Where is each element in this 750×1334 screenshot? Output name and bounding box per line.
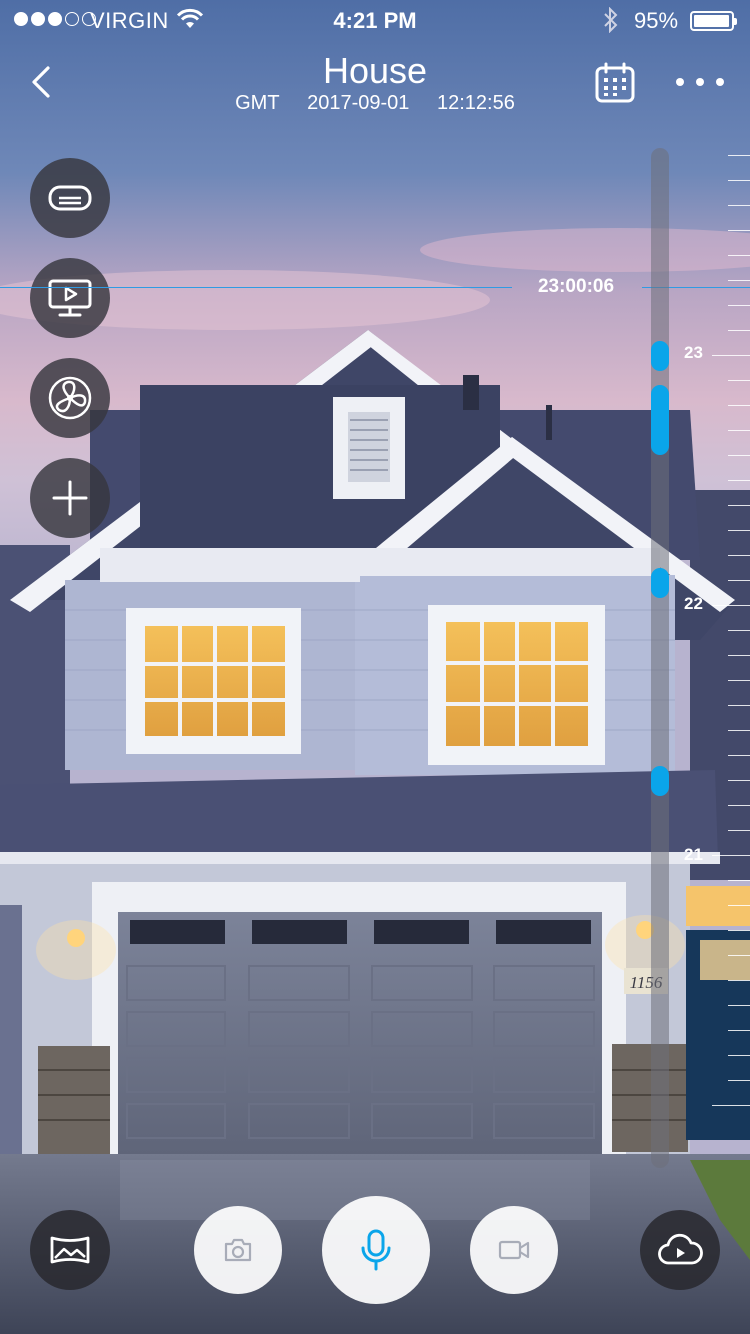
timeline-tick <box>728 1080 750 1081</box>
timeline-tick <box>728 980 750 981</box>
calendar-icon[interactable] <box>594 62 636 104</box>
timeline-tick <box>728 730 750 731</box>
timeline-tick <box>728 830 750 831</box>
air-conditioner-button[interactable] <box>30 158 110 238</box>
timeline-tick <box>728 655 750 656</box>
tv-icon <box>48 279 92 317</box>
timeline-tick <box>728 180 750 181</box>
more-options-button[interactable] <box>676 74 724 90</box>
recording-segment[interactable] <box>651 766 669 796</box>
plus-icon <box>52 480 88 516</box>
microphone-icon <box>361 1229 391 1271</box>
battery-icon <box>690 11 737 31</box>
record-video-button[interactable] <box>470 1206 558 1294</box>
timeline-tick <box>728 630 750 631</box>
camera-icon <box>224 1238 252 1262</box>
panorama-icon <box>50 1236 90 1264</box>
timeline-tick <box>712 605 750 606</box>
timeline-tick <box>728 505 750 506</box>
air-conditioner-icon <box>48 185 92 211</box>
more-dot <box>716 78 724 86</box>
tv-button[interactable] <box>30 258 110 338</box>
recording-segment[interactable] <box>651 341 669 371</box>
recording-segment[interactable] <box>651 385 669 455</box>
recording-segment[interactable] <box>651 568 669 598</box>
timezone-label: GMT <box>235 92 280 114</box>
date-label: 2017-09-01 <box>307 92 410 114</box>
timeline-tick <box>728 455 750 456</box>
timeline-tick <box>728 305 750 306</box>
cloud-playback-button[interactable] <box>640 1210 720 1290</box>
camera-feed-image: 1156 <box>0 0 750 1334</box>
playhead-line <box>0 287 512 288</box>
timeline-tick <box>712 355 750 356</box>
timeline-tick <box>728 405 750 406</box>
timeline-tick <box>728 905 750 906</box>
timeline-tick <box>728 330 750 331</box>
timeline-tick <box>712 855 750 856</box>
playhead-time: 23:00:06 <box>537 276 615 297</box>
video-camera-icon <box>498 1240 530 1260</box>
timeline-tick <box>728 780 750 781</box>
snapshot-button[interactable] <box>194 1206 282 1294</box>
timeline-tick <box>728 230 750 231</box>
timeline-tick <box>728 680 750 681</box>
hour-label-22: 22 <box>684 594 703 613</box>
timeline-tick <box>728 205 750 206</box>
panorama-button[interactable] <box>30 1210 110 1290</box>
timeline-track[interactable] <box>651 148 669 1168</box>
timeline-tick <box>728 930 750 931</box>
bluetooth-icon <box>604 7 618 33</box>
cloud-play-icon <box>658 1233 703 1265</box>
timeline-tick <box>728 1005 750 1006</box>
fan-button[interactable] <box>30 358 110 438</box>
timeline-tick <box>728 705 750 706</box>
hour-label-23: 23 <box>684 343 703 362</box>
timeline-tick <box>728 1030 750 1031</box>
timeline-tick <box>728 380 750 381</box>
timeline-tick <box>728 280 750 281</box>
more-dot <box>676 78 684 86</box>
status-bar: VIRGIN 4:21 PM 95% <box>0 0 750 40</box>
fan-icon <box>48 376 92 420</box>
timestamp-line: GMT 2017-09-01 12:12:56 <box>0 92 750 115</box>
timeline-tick <box>728 555 750 556</box>
hour-label-21: 21 <box>684 845 703 864</box>
timeline-tick <box>728 480 750 481</box>
timeline-tick <box>728 1055 750 1056</box>
talk-button[interactable] <box>322 1196 430 1304</box>
time-label: 12:12:56 <box>437 92 515 114</box>
timeline-tick <box>728 755 750 756</box>
timeline-tick <box>728 530 750 531</box>
timeline-tick <box>728 155 750 156</box>
timeline-tick <box>712 1105 750 1106</box>
battery-percentage: 95% <box>634 8 679 33</box>
timeline-tick <box>728 255 750 256</box>
page-title: House <box>322 50 428 91</box>
timeline-tick <box>728 430 750 431</box>
timeline-tick <box>728 880 750 881</box>
timeline-tick <box>728 955 750 956</box>
timeline-tick <box>728 580 750 581</box>
timeline-tick <box>728 805 750 806</box>
more-dot <box>696 78 704 86</box>
add-device-button[interactable] <box>30 458 110 538</box>
